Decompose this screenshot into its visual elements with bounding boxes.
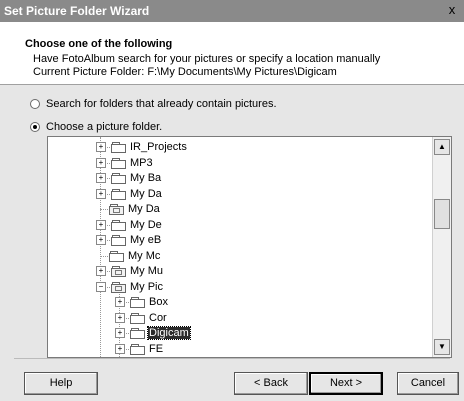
special-folder-icon [109, 204, 124, 215]
tree-item-label: Box [149, 296, 168, 308]
expand-icon[interactable]: + [115, 343, 125, 354]
radio-button-icon[interactable] [30, 99, 40, 109]
tree-item[interactable]: + Cor [115, 311, 168, 325]
folder-icon [111, 188, 126, 200]
radio-search-folders[interactable]: Search for folders that already contain … [30, 96, 277, 112]
tree-item[interactable]: + FE [115, 342, 164, 356]
folder-tree-content: + IR_Projects + MP3 + My Ba + My Da My Da + My De +… [48, 137, 433, 357]
current-folder-text: Current Picture Folder: F:\My Documents\… [33, 66, 337, 78]
expand-icon[interactable]: + [115, 297, 125, 307]
title-bar: Set Picture Folder Wizard x [0, 0, 464, 22]
folder-icon [109, 250, 124, 262]
expand-icon [96, 205, 104, 213]
folder-icon [111, 219, 126, 231]
tree-item-label: Digicam [147, 326, 191, 340]
folder-icon [130, 312, 145, 324]
tree-connector [100, 137, 101, 357]
tree-item-label: My Da [128, 203, 160, 215]
tree-item-label: My Ba [130, 172, 162, 184]
special-folder-icon [111, 281, 126, 293]
tree-item-label: IR_Projects [130, 141, 187, 153]
vertical-scrollbar[interactable]: ▲ ▼ [432, 137, 451, 357]
tree-item-label: My Da [130, 187, 162, 200]
expand-icon [96, 252, 104, 260]
folder-icon [130, 297, 145, 308]
folder-icon [130, 343, 145, 355]
tree-item-label: MP3 [130, 156, 153, 169]
tree-item-label: Cor [149, 311, 167, 324]
radio-choose-folder[interactable]: Choose a picture folder. [30, 119, 162, 135]
tree-item[interactable]: + My eB [96, 233, 162, 247]
header-description: Have FotoAlbum search for your pictures … [33, 53, 381, 65]
tree-item-label: My Pic [130, 280, 163, 293]
tree-item-label: My eB [130, 234, 162, 246]
tree-item[interactable]: + My De [96, 218, 163, 232]
folder-icon [130, 328, 145, 339]
expand-icon[interactable]: + [96, 219, 106, 230]
cancel-button[interactable]: Cancel [397, 372, 459, 395]
tree-item-label: FE [149, 342, 164, 355]
scroll-thumb[interactable] [434, 199, 450, 229]
wizard-header: Choose one of the following Have FotoAlb… [0, 22, 464, 85]
folder-icon [111, 157, 126, 169]
tree-item-label: My Mu [130, 265, 163, 277]
radio-label: Choose a picture folder. [46, 121, 163, 133]
tree-item[interactable]: My Da [96, 202, 161, 216]
expand-icon[interactable]: + [115, 328, 125, 338]
expand-icon[interactable]: + [96, 142, 106, 152]
expand-icon[interactable]: + [96, 188, 106, 199]
expand-icon[interactable]: + [96, 157, 106, 168]
radio-label: Search for folders that already contain … [46, 98, 277, 110]
scroll-up-icon[interactable]: ▲ [434, 139, 450, 155]
help-button[interactable]: Help [24, 372, 98, 395]
radio-button-icon[interactable] [30, 122, 40, 132]
folder-tree[interactable]: + IR_Projects + MP3 + My Ba + My Da My Da + My De +… [47, 136, 452, 358]
expand-icon[interactable]: + [96, 173, 106, 183]
divider [14, 358, 450, 359]
expand-icon[interactable]: + [96, 235, 106, 245]
scroll-down-icon[interactable]: ▼ [434, 339, 450, 355]
tree-item[interactable]: + IR_Projects [96, 140, 188, 154]
tree-item[interactable]: + My Mu [96, 264, 164, 278]
next-button[interactable]: Next > [309, 372, 383, 395]
expand-icon[interactable]: + [115, 312, 125, 323]
window-title: Set Picture Folder Wizard [4, 4, 150, 18]
tree-item-label: My Mc [128, 249, 161, 262]
tree-item[interactable]: − My Pic [96, 280, 164, 294]
tree-item-label: My De [130, 218, 162, 231]
tree-item[interactable]: + MP3 [96, 156, 154, 170]
close-icon[interactable]: x [444, 1, 460, 19]
special-folder-icon [111, 266, 126, 277]
tree-item[interactable]: + Digicam [115, 326, 191, 340]
tree-item[interactable]: + Box [115, 295, 169, 309]
tree-item[interactable]: My Mc [96, 249, 161, 263]
header-title: Choose one of the following [25, 38, 173, 50]
tree-item[interactable]: + My Ba [96, 171, 162, 185]
expand-icon[interactable]: + [96, 266, 106, 276]
folder-icon [111, 173, 126, 184]
tree-item[interactable]: + My Da [96, 187, 163, 201]
folder-icon [111, 142, 126, 153]
folder-icon [111, 235, 126, 246]
back-button[interactable]: < Back [234, 372, 308, 395]
collapse-icon[interactable]: − [96, 281, 106, 292]
